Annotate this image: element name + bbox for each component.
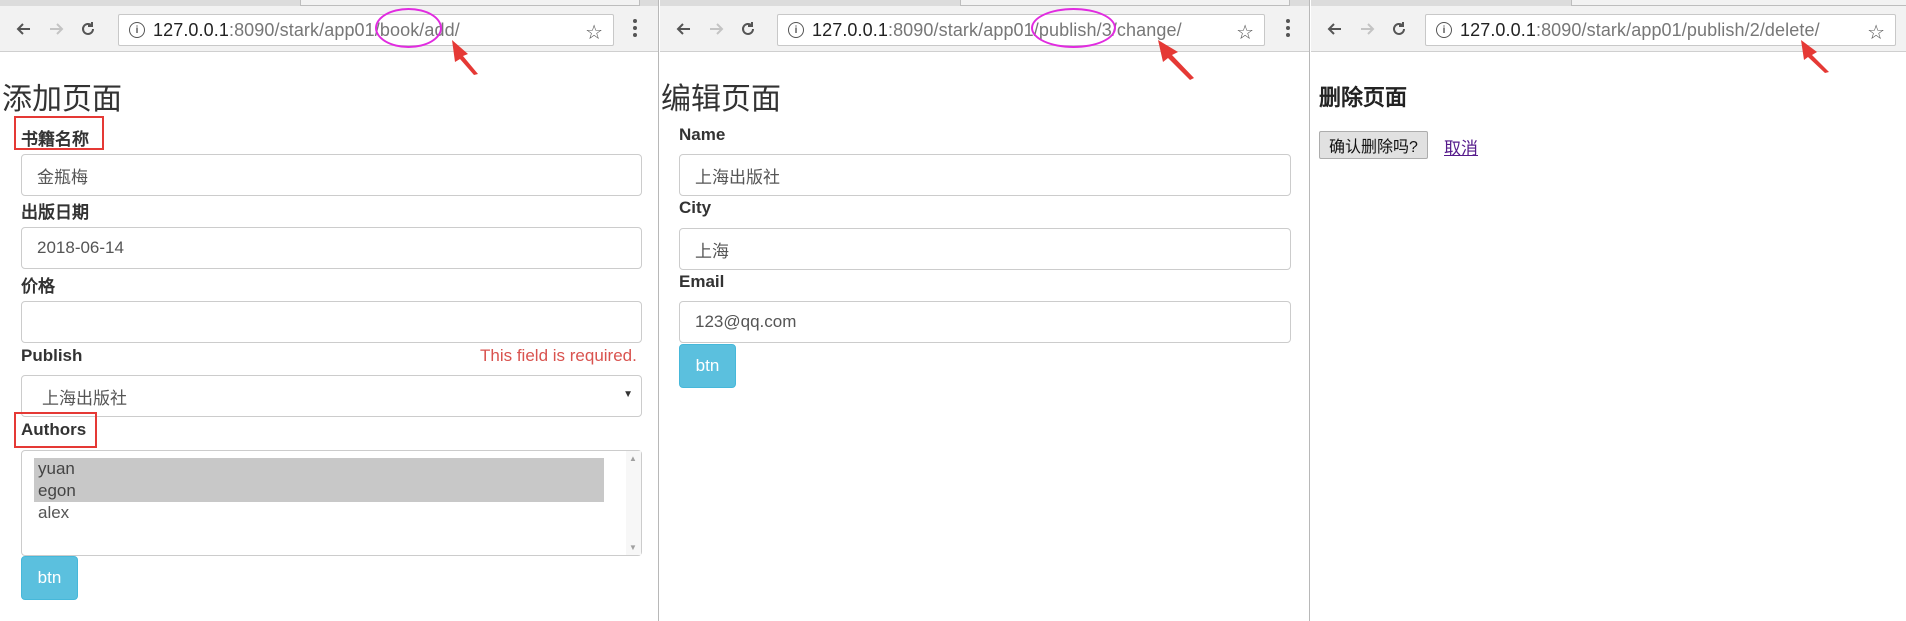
name-input[interactable]: 上海出版社: [679, 154, 1291, 196]
url-text: 127.0.0.1:8090/stark/app01/publish/3/cha…: [812, 19, 1182, 40]
confirm-delete-button[interactable]: 确认删除吗?: [1319, 131, 1428, 159]
vertical-dots-icon[interactable]: [633, 19, 637, 37]
author-option-yuan[interactable]: yuan: [34, 458, 604, 480]
page-title: 删除页面: [1319, 85, 1408, 110]
pub-date-label: 出版日期: [21, 203, 89, 222]
info-icon[interactable]: i: [129, 22, 145, 38]
email-input[interactable]: 123@qq.com: [679, 301, 1291, 343]
browser-toolbar: i 127.0.0.1:8090/stark/app01/publish/3/c…: [660, 6, 1309, 52]
back-arrow-icon[interactable]: [670, 15, 698, 43]
reload-icon[interactable]: [734, 15, 762, 43]
book-name-input[interactable]: 金瓶梅: [21, 154, 642, 196]
annotation-box-authors: [14, 412, 97, 448]
forward-arrow-icon[interactable]: [1353, 15, 1381, 43]
pub-date-input[interactable]: 2018-06-14: [21, 227, 642, 269]
info-icon[interactable]: i: [788, 22, 804, 38]
submit-button[interactable]: btn: [21, 556, 78, 600]
info-icon[interactable]: i: [1436, 22, 1452, 38]
price-label: 价格: [21, 277, 55, 296]
annotation-arrow-delete: [1801, 40, 1829, 73]
publish-label: Publish: [21, 346, 83, 365]
page-title: 添加页面: [2, 83, 122, 116]
star-icon[interactable]: ☆: [1867, 20, 1885, 45]
annotation-arrow-add: [452, 40, 478, 75]
annotation-circle-publish: [1031, 8, 1116, 48]
url-text: 127.0.0.1:8090/stark/app01/publish/2/del…: [1460, 19, 1820, 40]
scroll-up-icon[interactable]: ▲: [629, 454, 637, 463]
city-input[interactable]: 上海: [679, 228, 1291, 270]
annotation-arrow-change: [1158, 40, 1194, 80]
back-arrow-icon[interactable]: [1321, 15, 1349, 43]
back-arrow-icon[interactable]: [10, 15, 38, 43]
publish-error-text: This field is required.: [480, 346, 637, 365]
reload-icon[interactable]: [1385, 15, 1413, 43]
browser-window-change: i 127.0.0.1:8090/stark/app01/publish/3/c…: [660, 0, 1310, 621]
author-option-alex[interactable]: alex: [34, 502, 604, 524]
forward-arrow-icon[interactable]: [702, 15, 730, 43]
annotation-circle-book: [375, 8, 442, 48]
author-option-egon[interactable]: egon: [34, 480, 604, 502]
city-label: City: [679, 198, 712, 217]
scroll-down-icon[interactable]: ▼: [629, 543, 637, 552]
submit-button[interactable]: btn: [679, 344, 736, 388]
annotation-box-book-name: [14, 116, 104, 150]
dropdown-arrow-icon[interactable]: ▼: [623, 389, 633, 400]
browser-window-add: i 127.0.0.1:8090/stark/app01/book/add/ ☆…: [0, 0, 659, 621]
star-icon[interactable]: ☆: [1236, 20, 1254, 45]
reload-icon[interactable]: [74, 15, 102, 43]
price-input[interactable]: [21, 301, 642, 343]
address-bar[interactable]: i 127.0.0.1:8090/stark/app01/book/add/ ☆: [118, 14, 614, 46]
browser-window-delete: i 127.0.0.1:8090/stark/app01/publish/2/d…: [1311, 0, 1906, 621]
name-label: Name: [679, 125, 726, 144]
cancel-link[interactable]: 取消: [1444, 134, 1478, 159]
authors-multiselect[interactable]: yuan egon alex ▲ ▼: [21, 450, 642, 556]
publish-select[interactable]: 上海出版社 ▼: [21, 375, 642, 417]
multiselect-scrollbar[interactable]: ▲ ▼: [626, 451, 641, 555]
browser-toolbar: i 127.0.0.1:8090/stark/app01/book/add/ ☆: [0, 6, 658, 52]
vertical-dots-icon[interactable]: [1286, 19, 1290, 37]
star-icon[interactable]: ☆: [585, 20, 603, 45]
page-title: 编辑页面: [661, 83, 781, 116]
publish-select-value: 上海出版社: [42, 388, 127, 408]
email-label: Email: [679, 272, 725, 291]
forward-arrow-icon[interactable]: [42, 15, 70, 43]
